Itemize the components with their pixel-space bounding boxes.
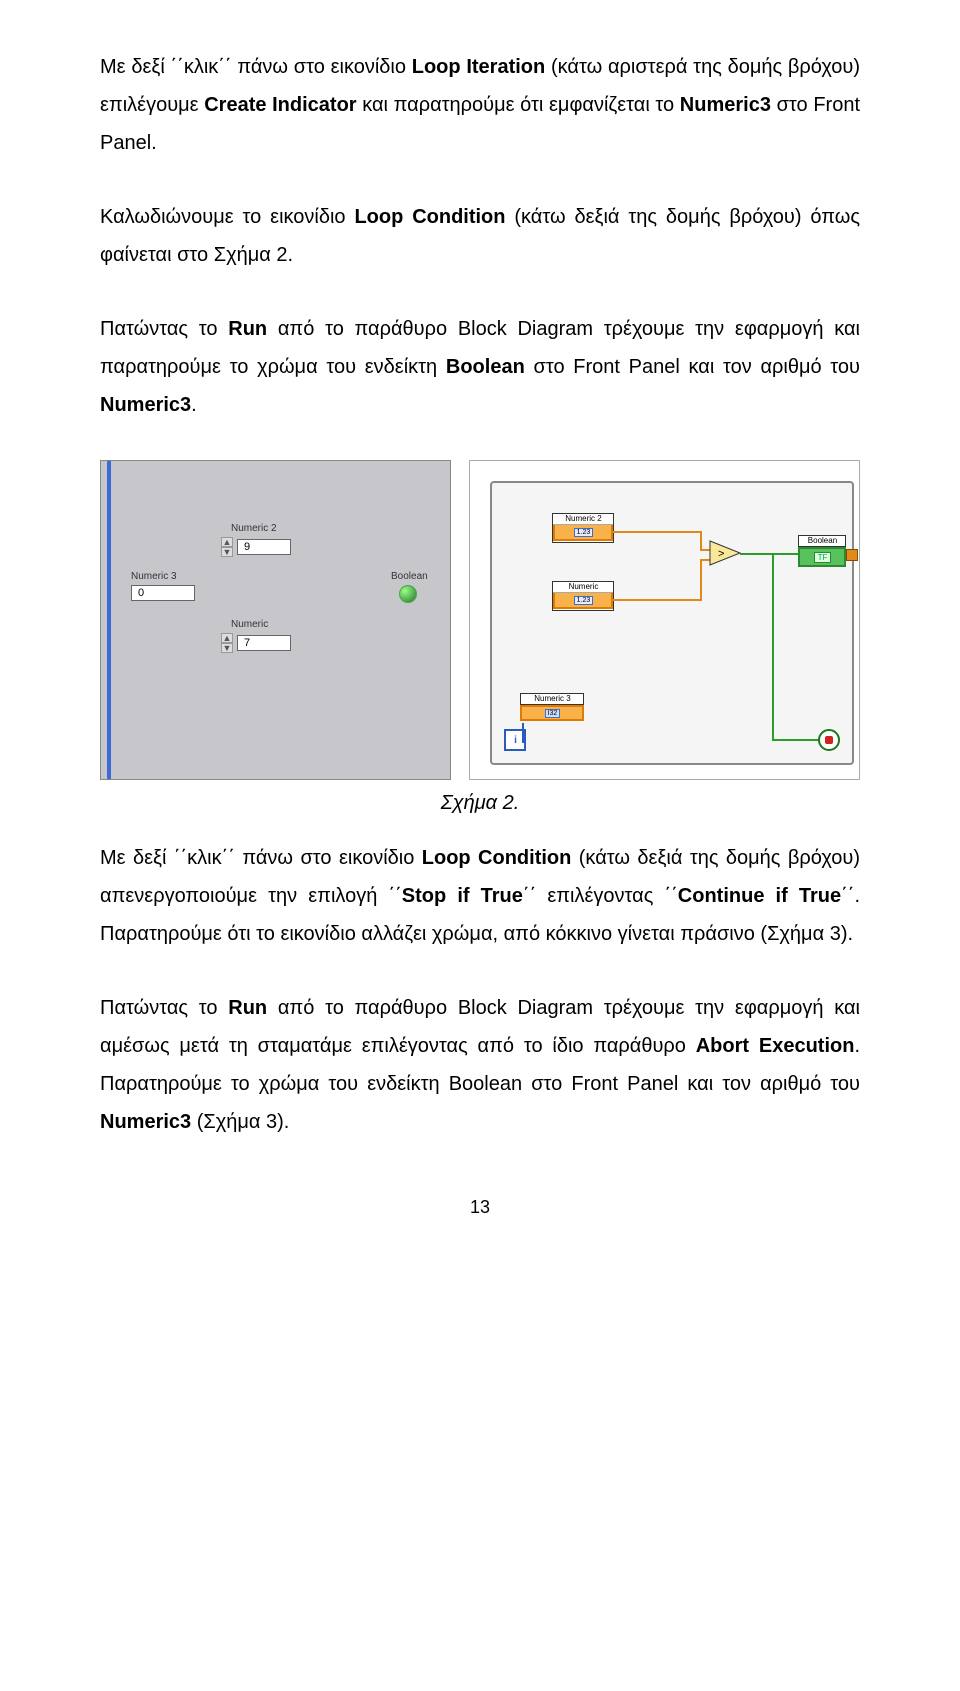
text: και παρατηρούμε ότι εμφανίζεται το [357,94,680,116]
terminal-type: TF [814,552,832,563]
numeric3-indicator: 0 [131,585,195,601]
figure-caption: Σχήμα 2. [100,792,860,815]
bold: Loop Condition [422,847,572,869]
numeric-value: 7 [237,635,291,651]
wire [700,531,702,551]
numeric3-value: 0 [131,585,195,601]
bold: Numeric3 [100,394,191,416]
numeric2-label: Numeric 2 [231,523,277,534]
numeric2-value: 9 [237,539,291,555]
terminal-type: I32 [545,709,561,718]
loop-condition-icon [818,729,840,751]
text: Πατώντας το [100,997,228,1019]
text: Καλωδιώνουμε το εικονίδιο [100,206,354,228]
wire [612,531,702,533]
figure-2: Numeric 2 ▲▼ 9 Numeric 3 0 Boolean Numer… [100,460,860,780]
text: (Σχήμα 3). [191,1111,289,1133]
stop-dot-icon [825,736,833,744]
text: Με δεξί ΄΄κλικ΄΄ πάνω στο εικονίδιο [100,56,412,78]
spinner-icon: ▲▼ [221,537,233,557]
terminal-label: Numeric 2 [553,514,613,525]
text: Πατώντας το [100,318,228,340]
paragraph-2: Καλωδιώνουμε το εικονίδιο Loop Condition… [100,198,860,274]
text: ΄΄ επιλέγοντας ΄΄ [523,885,678,907]
numeric2-terminal: Numeric 2 1.23 [552,513,614,543]
wire-boolean [740,553,798,555]
terminal-label: Numeric [553,582,613,593]
bold: Continue if True [678,885,841,907]
boolean-led-icon [399,585,417,603]
wire [700,559,702,601]
svg-text:>: > [718,548,724,560]
numeric-terminal: Numeric 1.23 [552,581,614,611]
bold: Boolean [446,356,525,378]
paragraph-4: Με δεξί ΄΄κλικ΄΄ πάνω στο εικονίδιο Loop… [100,839,860,953]
numeric-control: ▲▼ 7 [221,633,291,653]
text: στο Front Panel και τον αριθμό του [525,356,860,378]
terminal-type: 1.23 [574,596,594,605]
wire-boolean [772,739,822,741]
bold: Numeric3 [100,1111,191,1133]
bold: Loop Iteration [412,56,546,78]
loop-tunnel-icon [846,549,858,561]
bold: Loop Condition [354,206,505,228]
spinner-icon: ▲▼ [221,633,233,653]
bold: Numeric3 [680,94,771,116]
terminal-type: 1.23 [574,528,594,537]
wire-boolean [772,553,774,739]
numeric-label: Numeric [231,619,268,630]
front-panel-screenshot: Numeric 2 ▲▼ 9 Numeric 3 0 Boolean Numer… [100,460,451,780]
bold: Run [228,318,267,340]
bold: Run [228,997,267,1019]
numeric2-control: ▲▼ 9 [221,537,291,557]
terminal-label: Boolean [798,535,846,547]
while-loop-structure: Numeric 2 1.23 Numeric 1.23 > Bool [490,481,854,765]
boolean-label: Boolean [391,571,428,582]
page-number: 13 [100,1197,860,1218]
numeric3-terminal: Numeric 3 I32 [520,693,584,721]
text: Με δεξί ΄΄κλικ΄΄ πάνω στο εικονίδιο [100,847,422,869]
wire [612,599,702,601]
paragraph-3: Πατώντας το Run από το παράθυρο Block Di… [100,310,860,424]
block-diagram-screenshot: Numeric 2 1.23 Numeric 1.23 > Bool [469,460,860,780]
bold: Create Indicator [204,94,356,116]
boolean-terminal: Boolean TF [798,535,846,563]
numeric3-label: Numeric 3 [131,571,177,582]
bold: Stop if True [402,885,523,907]
terminal-label: Numeric 3 [520,693,584,705]
vertical-scrollbar [107,461,111,779]
wire [522,723,524,743]
text: . [191,394,197,416]
greater-than-node-icon: > [710,541,740,565]
bold: Abort Execution [696,1035,855,1057]
paragraph-5: Πατώντας το Run από το παράθυρο Block Di… [100,989,860,1141]
paragraph-1: Με δεξί ΄΄κλικ΄΄ πάνω στο εικονίδιο Loop… [100,48,860,162]
